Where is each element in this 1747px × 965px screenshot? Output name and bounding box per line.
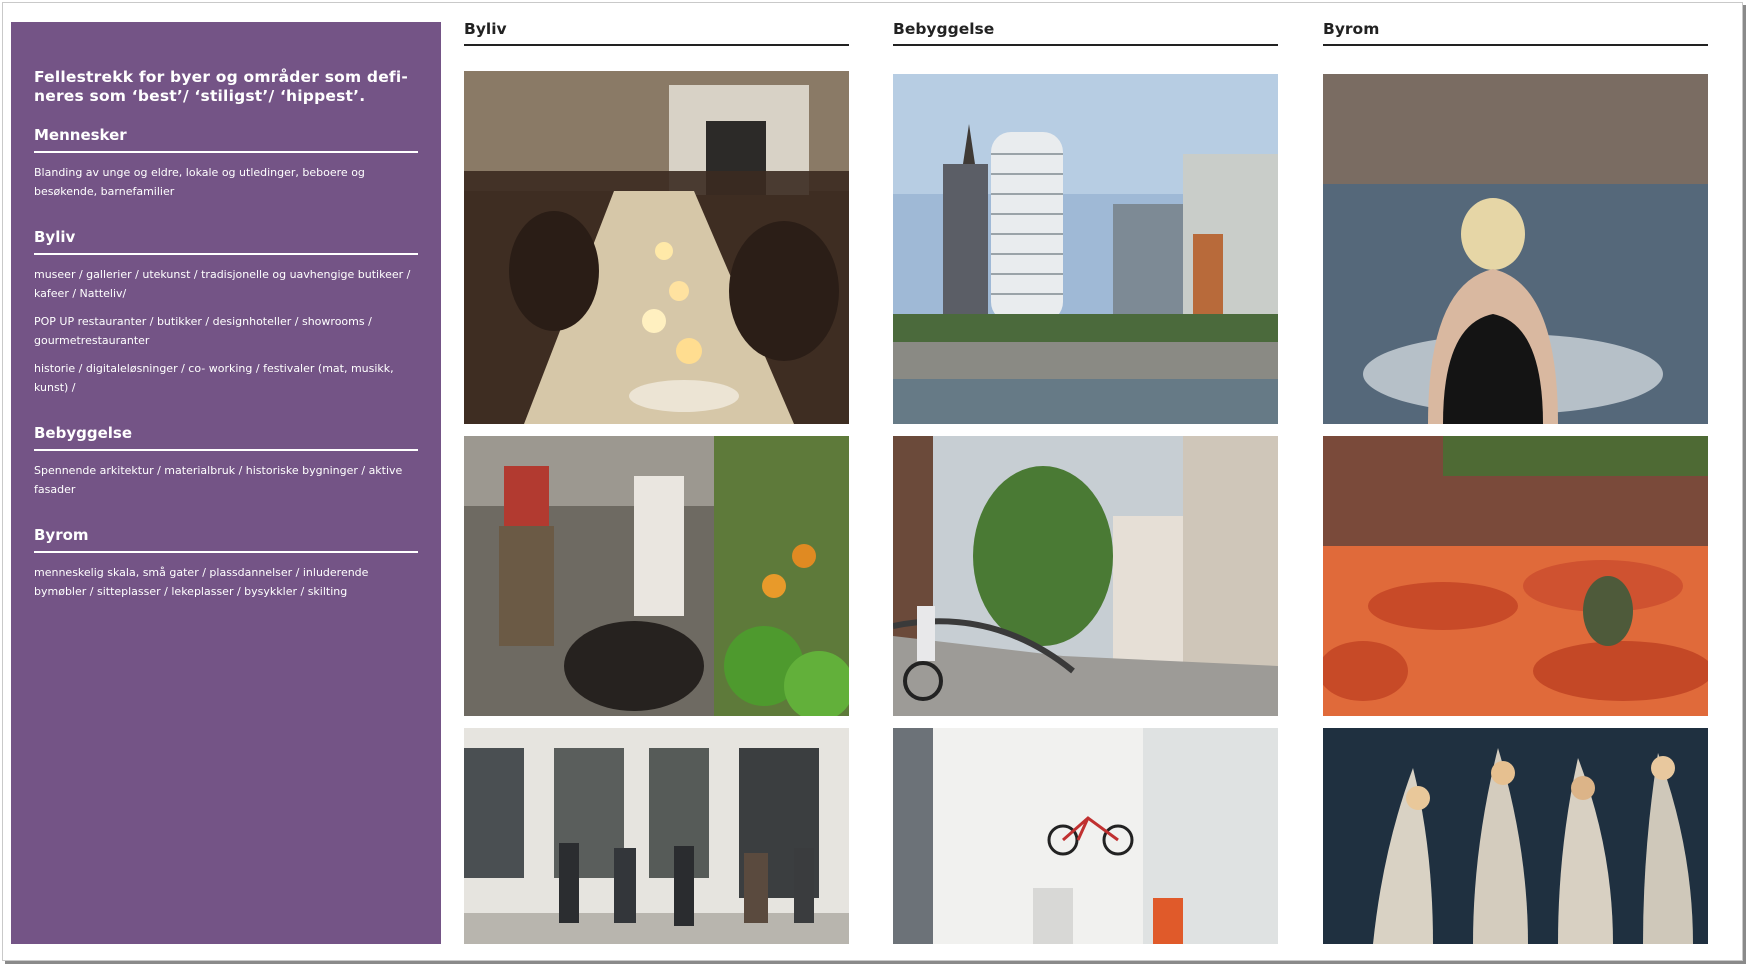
section-heading: Bebyggelse: [34, 424, 418, 451]
shopfront-crowd-photo: [464, 728, 849, 944]
section-text: POP UP restauranter / butikker / designh…: [34, 315, 372, 347]
section-text: historie / digitaleløsninger / co- worki…: [34, 362, 394, 394]
section-bebyggelse: Bebyggelse Spennende arkitektur / materi…: [34, 424, 419, 499]
cyclist-bridge-street-photo: [893, 436, 1278, 716]
sidebar-panel: Fellestrekk for byer og områder som defi…: [11, 22, 441, 944]
section-byrom: Byrom menneskelig skala, små gater / pla…: [34, 526, 419, 601]
section-heading: Mennesker: [34, 126, 418, 153]
section-mennesker: Mennesker Blanding av unge og eldre, lok…: [34, 126, 419, 201]
column-heading-byliv: Byliv: [464, 20, 849, 46]
harbour-bath-swimmers-photo: [1323, 74, 1708, 424]
candlelit-long-table-dinner-photo: [464, 71, 849, 424]
column-heading-byrom: Byrom: [1323, 20, 1708, 46]
column-heading-bebyggelse: Bebyggelse: [893, 20, 1278, 46]
section-heading: Byliv: [34, 228, 418, 255]
canoe-picnic-photo: [1323, 728, 1708, 944]
section-text: Blanding av unge og eldre, lokale og utl…: [34, 166, 365, 198]
market-produce-stall-photo: [464, 436, 849, 716]
orange-round-benches-photo: [1323, 436, 1708, 716]
bike-showroom-interior-photo: [893, 728, 1278, 944]
section-text: menneskelig skala, små gater / plassdann…: [34, 566, 369, 598]
section-text: Spennende arkitektur / materialbruk / hi…: [34, 464, 403, 496]
section-heading: Byrom: [34, 526, 418, 553]
sidebar-lead: Fellestrekk for byer og områder som defi…: [34, 68, 409, 105]
harbour-round-tower-photo: [893, 74, 1278, 424]
section-text: museer / gallerier / utekunst / tradisjo…: [34, 268, 411, 300]
section-byliv: Byliv museer / gallerier / utekunst / tr…: [34, 228, 419, 397]
